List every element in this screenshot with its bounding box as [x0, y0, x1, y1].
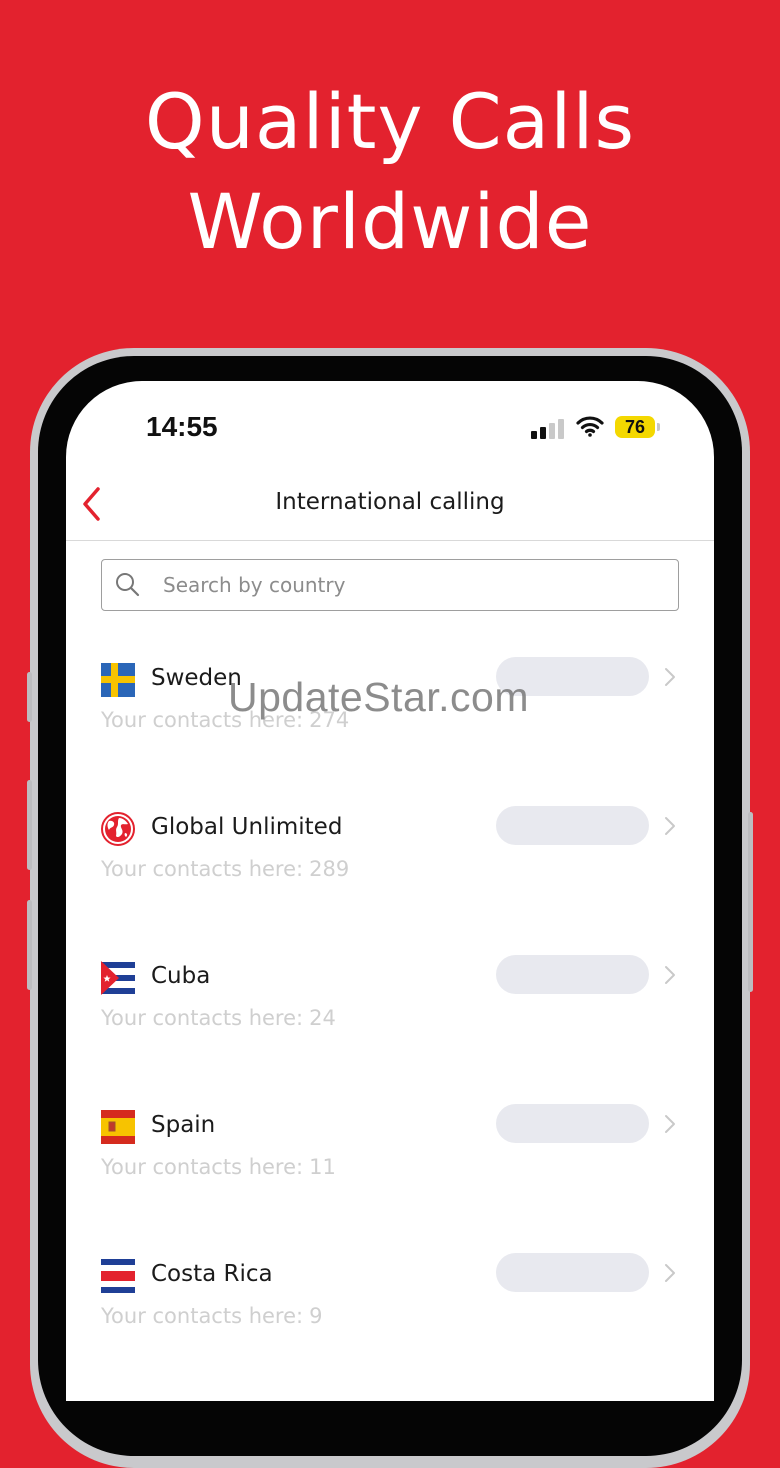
page-title: International calling [275, 489, 505, 515]
promo-headline: Quality Calls Worldwide [0, 72, 780, 272]
wifi-icon [576, 416, 604, 437]
country-name: Global Unlimited [151, 814, 343, 840]
search-placeholder: Search by country [163, 573, 346, 597]
chevron-right-icon [665, 1264, 675, 1282]
battery-tip [657, 423, 660, 431]
country-name: Spain [151, 1112, 216, 1138]
headline-line-1: Quality Calls [144, 77, 636, 166]
status-time: 14:55 [146, 411, 218, 442]
country-row-spain[interactable]: Spain Your contacts here: 11 [66, 1104, 714, 1240]
search-input[interactable]: Search by country [101, 559, 679, 611]
chevron-right-icon [665, 966, 675, 984]
phone-mute-switch [27, 672, 32, 722]
contacts-count-text: Your contacts here: 24 [101, 1006, 336, 1030]
country-row-global-unlimited[interactable]: Global Unlimited Your contacts here: 289 [66, 806, 714, 942]
country-row-cuba[interactable]: Cuba Your contacts here: 24 [66, 955, 714, 1091]
app-screen: 14:55 76 International calling Search by… [66, 381, 714, 1401]
phone-power-button [748, 812, 753, 992]
chevron-right-icon [665, 817, 675, 835]
battery-icon: 76 [615, 416, 655, 438]
contacts-count-text: Your contacts here: 289 [101, 857, 350, 881]
country-name: Cuba [151, 963, 211, 989]
country-name: Costa Rica [151, 1261, 273, 1287]
price-placeholder [496, 1253, 649, 1292]
spain-flag-icon [101, 1110, 135, 1144]
watermark-text: UpdateStar.com [228, 674, 529, 720]
header-divider [66, 540, 714, 541]
price-placeholder [496, 955, 649, 994]
globe-icon [101, 812, 135, 846]
chevron-right-icon [665, 668, 675, 686]
headline-line-2: Worldwide [187, 177, 593, 266]
country-row-costa-rica[interactable]: Costa Rica Your contacts here: 9 [66, 1253, 714, 1389]
cuba-flag-icon [101, 961, 135, 995]
chevron-right-icon [665, 1115, 675, 1133]
search-icon [116, 573, 140, 597]
phone-volume-up [27, 780, 32, 870]
sweden-flag-icon [101, 663, 135, 697]
cellular-signal-icon [531, 419, 565, 439]
phone-volume-down [27, 900, 32, 990]
contacts-count-text: Your contacts here: 9 [101, 1304, 323, 1328]
contacts-count-text: Your contacts here: 11 [101, 1155, 336, 1179]
costa-rica-flag-icon [101, 1259, 135, 1293]
price-placeholder [496, 1104, 649, 1143]
price-placeholder [496, 806, 649, 845]
